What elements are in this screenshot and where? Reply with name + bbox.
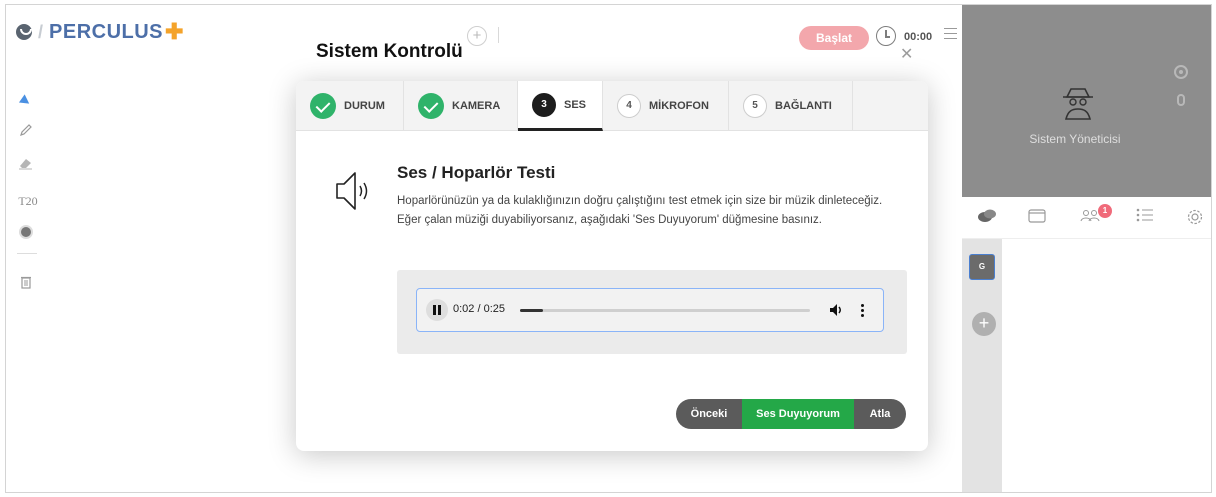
trash-icon [21, 276, 31, 289]
audio-progress-fill [520, 309, 544, 312]
chat-tab[interactable] [976, 208, 998, 228]
eraser-icon [19, 159, 32, 170]
add-group-button[interactable]: + [972, 312, 996, 336]
app-frame: / PERCULUS ✚ + Başlat 00:00 T20 Sistem Y… [5, 4, 1212, 493]
participants-badge: 1 [1098, 204, 1112, 218]
step-durum[interactable]: DURUM [296, 81, 404, 131]
close-icon[interactable]: ✕ [900, 44, 913, 64]
list-tab[interactable] [1134, 208, 1156, 228]
logo-text: PERCULUS [49, 20, 164, 43]
speaker-icon [336, 172, 368, 210]
menu-icon[interactable] [944, 28, 957, 39]
step-number: 5 [743, 94, 767, 118]
check-icon [310, 93, 336, 119]
chat-icon [978, 209, 996, 222]
microphone-icon[interactable] [1177, 94, 1185, 106]
content-title: Ses / Hoparlör Testi [397, 163, 556, 182]
volume-icon[interactable] [829, 302, 845, 318]
pointer-tool[interactable] [18, 93, 34, 109]
add-page-button[interactable]: + [467, 26, 487, 46]
group-button[interactable]: G [969, 254, 995, 280]
tools-divider [17, 253, 37, 254]
text-tool[interactable]: T20 [16, 193, 40, 209]
modal-title: Sistem Kontrolü [316, 41, 463, 62]
pause-icon[interactable] [426, 299, 448, 321]
video-panel: Sistem Yöneticisi [962, 5, 1211, 197]
video-user-name: Sistem Yöneticisi [1029, 132, 1121, 146]
system-check-modal: DURUM KAMERA 3 SES 4 MİKROFON 5 BAĞLANTI [296, 81, 928, 451]
action-buttons: Önceki Ses Duyuyorum Atla [676, 399, 906, 429]
check-icon [418, 93, 444, 119]
eraser-tool[interactable] [18, 156, 34, 172]
audio-time: 0:02 / 0:25 [453, 303, 505, 315]
skip-button[interactable]: Atla [854, 399, 906, 429]
step-mikrofon[interactable]: 4 MİKROFON [603, 81, 729, 131]
logo-plus-icon: ✚ [165, 19, 184, 44]
previous-button[interactable]: Önceki [676, 399, 742, 429]
gear-icon [1187, 209, 1203, 225]
trash-tool[interactable] [18, 275, 34, 291]
pen-tool[interactable] [18, 123, 34, 139]
step-label: SES [564, 98, 587, 111]
user-avatar-icon [1063, 88, 1093, 120]
start-button[interactable]: Başlat [799, 26, 869, 50]
hear-sound-button[interactable]: Ses Duyuyorum [742, 399, 854, 429]
folder-icon [1028, 209, 1046, 223]
logo-slash: / [38, 21, 44, 42]
toolbar-divider [498, 27, 499, 43]
audio-container: 0:02 / 0:25 [397, 270, 907, 354]
camera-icon[interactable] [1174, 65, 1188, 79]
audio-progress-track[interactable] [520, 309, 810, 312]
step-label: BAĞLANTI [775, 100, 832, 112]
pointer-icon [18, 94, 33, 108]
record-dot-icon [19, 225, 33, 239]
step-label: KAMERA [452, 100, 501, 112]
files-tab[interactable] [1026, 208, 1048, 228]
more-options-icon[interactable] [859, 302, 865, 318]
step-baglanti[interactable]: 5 BAĞLANTI [729, 81, 853, 131]
step-label: DURUM [344, 100, 385, 112]
session-timer: 00:00 [904, 31, 933, 43]
clock-icon [876, 26, 896, 46]
perculus-logo-icon [16, 24, 32, 40]
content-description: Hoparlörünüzün ya da kulaklığınızın doğr… [397, 195, 883, 226]
side-tabs [962, 197, 1211, 239]
record-tool[interactable] [18, 224, 34, 240]
perculus-logo: / PERCULUS ✚ [16, 19, 183, 45]
pencil-icon [20, 124, 32, 136]
step-number: 4 [617, 94, 641, 118]
settings-tab[interactable] [1184, 208, 1206, 228]
step-tabs: DURUM KAMERA 3 SES 4 MİKROFON 5 BAĞLANTI [296, 81, 928, 131]
step-number: 3 [532, 92, 556, 117]
step-label: MİKROFON [649, 100, 709, 112]
step-ses[interactable]: 3 SES [518, 81, 603, 131]
list-icon [1136, 208, 1153, 222]
audio-player[interactable]: 0:02 / 0:25 [416, 288, 884, 332]
step-kamera[interactable]: KAMERA [404, 81, 518, 131]
